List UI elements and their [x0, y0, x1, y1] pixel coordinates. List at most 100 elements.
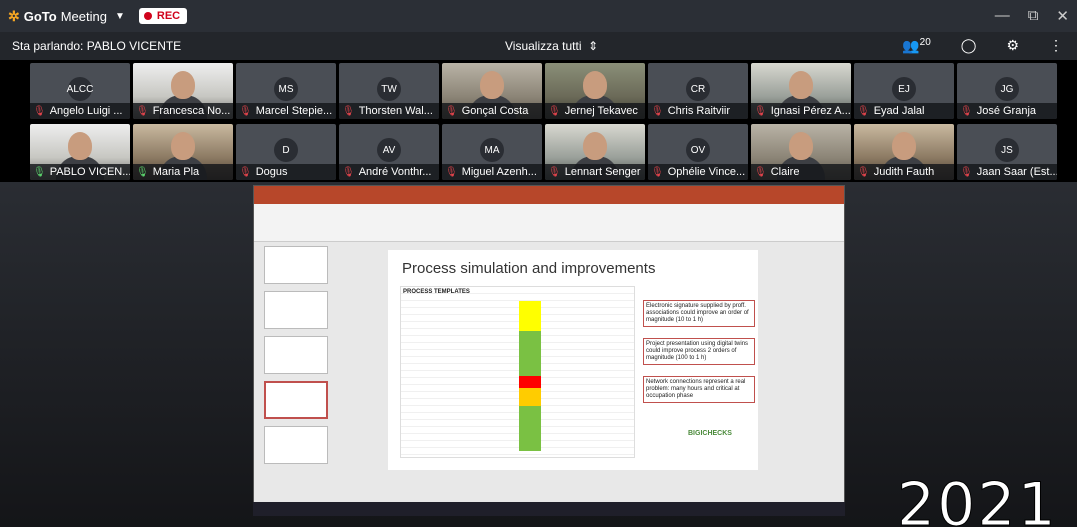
participant-name: Miguel Azenh... — [461, 166, 537, 178]
slide-title: Process simulation and improvements — [402, 260, 656, 277]
shared-screen-window: Process simulation and improvements PROC… — [253, 185, 845, 515]
participant-label: 🎙 Jernej Tekavec — [545, 103, 645, 119]
participant-initials: AV — [377, 138, 401, 162]
participant-initials: MA — [480, 138, 504, 162]
participant-initials: ALCC — [67, 77, 93, 101]
more-options-button[interactable]: ⋮ — [1049, 37, 1063, 54]
participant-name: André Vonthr... — [358, 166, 432, 178]
microphone-muted-icon: 🎙 — [342, 166, 355, 178]
participant-tile[interactable]: TW 🎙 Thorsten Wal... — [339, 63, 439, 119]
microphone-muted-icon: 🎙 — [754, 105, 767, 117]
participants-grid: ALCC 🎙 Angelo Luigi ... 🎙 Francesca No... MS 🎙… — [30, 63, 1057, 180]
video-feed — [171, 132, 195, 160]
participant-label: 🎙 Lennart Senger — [545, 164, 645, 180]
participant-name: José Granja — [976, 105, 1037, 117]
settings-button[interactable]: ⚙ — [1006, 37, 1019, 54]
participant-name: Jaan Saar (Est... — [976, 166, 1057, 178]
chevron-down-icon: ▼ — [114, 10, 125, 22]
participant-name: Thorsten Wal... — [358, 105, 433, 117]
slide-thumbnail — [264, 336, 328, 374]
video-feed — [480, 71, 504, 99]
participant-tile[interactable]: 🎙 Lennart Senger — [545, 124, 645, 180]
microphone-muted-icon: 🎙 — [548, 105, 561, 117]
note-signature: Electronic signature supplied by proff. … — [643, 300, 755, 327]
participants-count: 20 — [919, 37, 931, 48]
participant-initials: D — [274, 138, 298, 162]
current-speaker: Sta parlando: PABLO VICENTE — [12, 39, 182, 53]
participant-label: 🎙 José Granja — [957, 103, 1057, 119]
participant-tile[interactable]: D 🎙 Dogus — [236, 124, 336, 180]
participant-tile[interactable]: 🎙 Francesca No... — [133, 63, 233, 119]
participant-tile[interactable]: OV 🎙 Ophélie Vince... — [648, 124, 748, 180]
participant-tile[interactable]: EJ 🎙 Eyad Jalal — [854, 63, 954, 119]
participant-tile[interactable]: CR 🎙 Chris Raitviir — [648, 63, 748, 119]
participant-tile[interactable]: 🎙 Claire — [751, 124, 851, 180]
participant-initials: JG — [995, 77, 1019, 101]
slide-thumbnail — [264, 291, 328, 329]
participant-label: 🎙 Claire — [751, 164, 851, 180]
participant-tile[interactable]: MS 🎙 Marcel Stepie... — [236, 63, 336, 119]
microphone-muted-icon: 🎙 — [239, 166, 252, 178]
participant-tile[interactable]: 🎙 Maria Pla — [133, 124, 233, 180]
participant-label: 🎙 Dogus — [236, 164, 336, 180]
participant-name: Maria Pla — [152, 166, 200, 178]
participant-label: 🎙 Eyad Jalal — [854, 103, 954, 119]
participant-name: Angelo Luigi ... — [49, 105, 123, 117]
ppt-title-bar — [254, 186, 844, 196]
up-down-chevron-icon: ⇕ — [584, 39, 599, 53]
participant-tile[interactable]: MA 🎙 Miguel Azenh... — [442, 124, 542, 180]
participant-label: 🎙 Francesca No... — [133, 103, 233, 119]
participants-button[interactable]: 👥20 — [902, 37, 931, 55]
view-all-dropdown[interactable]: Visualizza tutti ⇕ — [505, 39, 598, 53]
slide-canvas: Process simulation and improvements PROC… — [388, 250, 758, 470]
kebab-menu-icon: ⋮ — [1049, 37, 1063, 54]
microphone-muted-icon: 🎙 — [548, 166, 561, 178]
participant-initials: MS — [274, 77, 298, 101]
microphone-muted-icon: 🎙 — [342, 105, 355, 117]
restore-button[interactable]: ⧉ — [1028, 7, 1039, 25]
participant-tile[interactable]: JG 🎙 José Granja — [957, 63, 1057, 119]
video-feed — [583, 71, 607, 99]
app-menu-button[interactable]: ✲ GoTo Meeting ▼ — [8, 8, 125, 25]
minimize-button[interactable]: — — [995, 7, 1010, 25]
microphone-muted-icon: 🎙 — [651, 166, 664, 178]
participant-name: Chris Raitviir — [667, 105, 731, 117]
speaker-bar: Sta parlando: PABLO VICENTE Visualizza t… — [0, 32, 1077, 60]
windows-taskbar — [253, 502, 845, 516]
microphone-muted-icon: 🎙 — [651, 105, 664, 117]
participant-tile[interactable]: ALCC 🎙 Angelo Luigi ... — [30, 63, 130, 119]
participant-tile[interactable]: 🎙 Jernej Tekavec — [545, 63, 645, 119]
video-feed — [171, 71, 195, 99]
participant-label: 🎙 André Vonthr... — [339, 164, 439, 180]
microphone-muted-icon: 🎙 — [445, 105, 458, 117]
participant-name: Jernej Tekavec — [564, 105, 638, 117]
people-icon: 👥 — [902, 37, 920, 54]
participant-tile[interactable]: 🎙 PABLO VICEN... — [30, 124, 130, 180]
note-network: Network connections represent a real pro… — [643, 376, 755, 403]
participant-tile[interactable]: JS 🎙 Jaan Saar (Est... — [957, 124, 1057, 180]
note-digital-twins: Project presentation using digital twins… — [643, 338, 755, 365]
chat-bubble-icon: ◯ — [960, 37, 977, 54]
participant-label: 🎙 Angelo Luigi ... — [30, 103, 130, 119]
participant-tile[interactable]: 🎙 Judith Fauth — [854, 124, 954, 180]
participant-name: Ignasi Pérez A... — [770, 105, 851, 117]
video-feed — [892, 132, 916, 160]
participant-tile[interactable]: AV 🎙 André Vonthr... — [339, 124, 439, 180]
gear-icon: ⚙ — [1006, 37, 1019, 54]
recording-badge: REC — [138, 8, 188, 24]
microphone-muted-icon: 🎙 — [857, 166, 870, 178]
close-button[interactable]: ✕ — [1056, 7, 1069, 25]
participant-initials: OV — [686, 138, 710, 162]
participant-name: Judith Fauth — [873, 166, 935, 178]
participant-tile[interactable]: 🎙 Ignasi Pérez A... — [751, 63, 851, 119]
year-overlay: 2021 — [897, 470, 1058, 527]
microphone-muted-icon: 🎙 — [857, 105, 870, 117]
ppt-ribbon — [254, 204, 844, 242]
table-title: PROCESS TEMPLATES — [403, 289, 470, 295]
video-feed — [583, 132, 607, 160]
bigichecks-logo: BIGICHECKS — [688, 430, 732, 437]
participant-tile[interactable]: 🎙 Gonçal Costa — [442, 63, 542, 119]
microphone-muted-icon: 🎙 — [754, 166, 767, 178]
chat-button[interactable]: ◯ — [961, 37, 977, 54]
participant-initials: EJ — [892, 77, 916, 101]
